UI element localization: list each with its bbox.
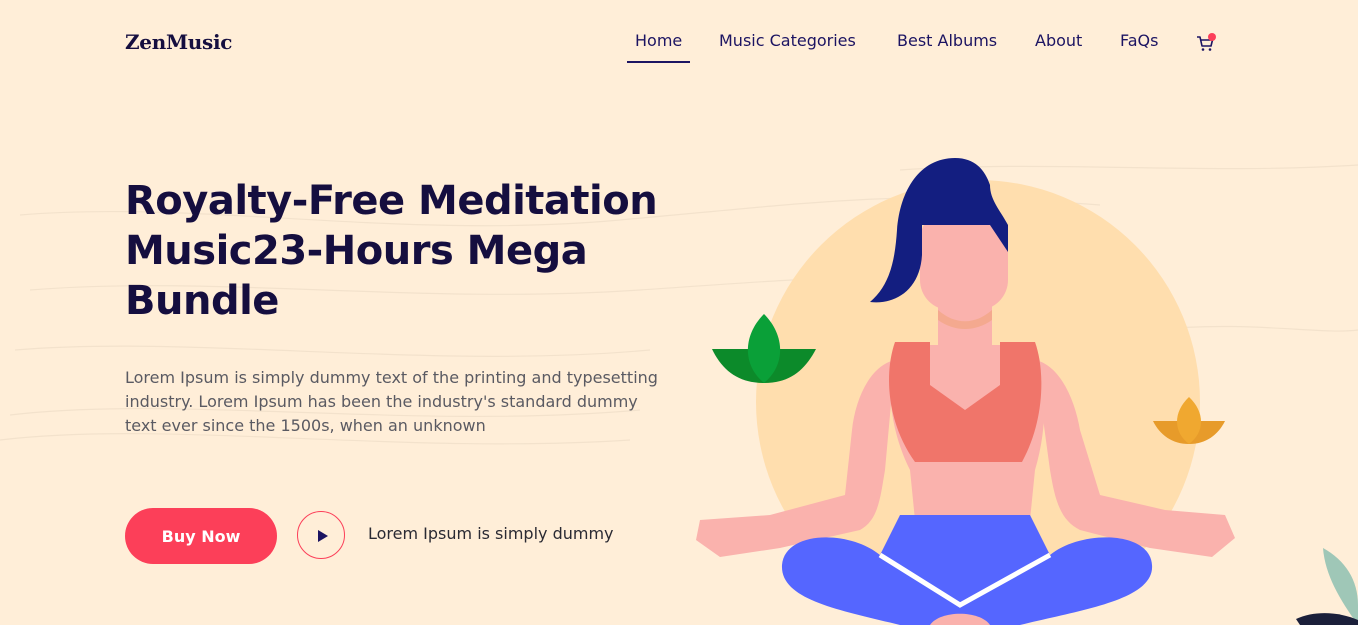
- nav-faqs[interactable]: FaQs: [1120, 31, 1158, 50]
- play-button[interactable]: [297, 511, 345, 559]
- hero-description: Lorem Ipsum is simply dummy text of the …: [125, 368, 658, 435]
- nav-about[interactable]: About: [1035, 31, 1082, 50]
- play-icon: [318, 530, 328, 542]
- nav-music-categories[interactable]: Music Categories: [719, 31, 856, 50]
- leaf-icon-dark: [1296, 613, 1358, 625]
- nav-best-albums[interactable]: Best Albums: [897, 31, 997, 50]
- cart-badge: [1208, 33, 1216, 41]
- hero-title: Royalty-Free Meditation Music23-Hours Me…: [125, 178, 658, 324]
- play-caption: Lorem Ipsum is simply dummy: [368, 524, 614, 543]
- nav-home[interactable]: Home: [626, 31, 691, 63]
- main-nav: Home Music Categories Best Albums About …: [0, 0, 1358, 70]
- buy-now-button[interactable]: Buy Now: [125, 508, 277, 564]
- meditation-illustration: [696, 158, 1358, 625]
